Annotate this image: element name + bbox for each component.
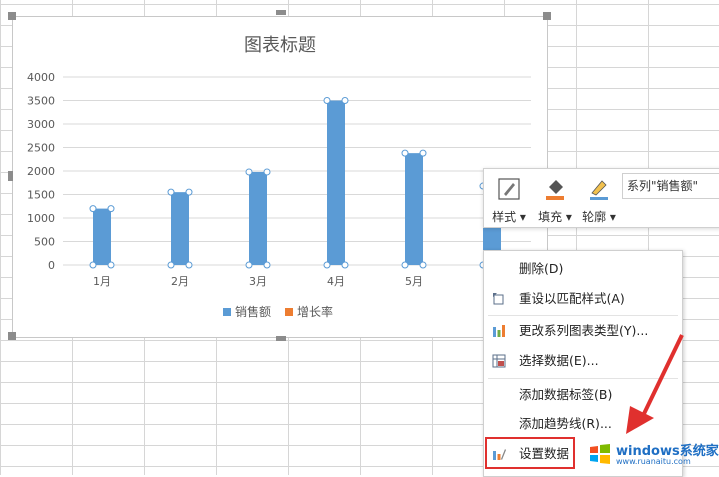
y-tick-label: 4000: [27, 71, 55, 84]
selection-handle: [323, 97, 331, 104]
paint-bucket-icon: [546, 180, 564, 200]
outline-button[interactable]: 轮廓 ▾: [576, 173, 622, 225]
menu-item-add-trendline-label: 添加趋势线(R)...: [519, 416, 612, 431]
x-tick-label: 1月: [93, 275, 111, 288]
style-button[interactable]: 样式 ▾: [486, 173, 532, 225]
bar[interactable]: [93, 208, 111, 265]
selection-handle: [185, 261, 193, 269]
selection-handle: [167, 261, 175, 269]
selection-handle: [89, 261, 97, 269]
resize-handle-bottom-left[interactable]: [8, 332, 16, 340]
legend-label-sales: 销售额: [235, 305, 272, 319]
selection-handle: [89, 205, 97, 213]
y-tick-label: 1500: [27, 189, 55, 202]
chart-area[interactable]: 图表标题 0 500 1000 1500 2000 2500 3000 3500 4000 1月 2…: [12, 16, 548, 338]
legend-label-growth: 增长率: [297, 305, 334, 319]
menu-item-select-data-label: 选择数据(E)...: [519, 353, 599, 368]
style-label: 样式: [492, 210, 517, 224]
menu-item-reset-style[interactable]: 重设以匹配样式(A): [484, 285, 682, 313]
mini-format-toolbar: 样式 ▾ 填充 ▾ 轮廓 ▾ 系列"销售额": [483, 168, 719, 228]
reset-icon: [493, 293, 504, 305]
selection-handle: [401, 149, 409, 157]
bar[interactable]: [405, 153, 423, 265]
resize-handle-bottom[interactable]: [276, 336, 286, 341]
selection-handle: [419, 261, 427, 269]
selection-handle: [323, 261, 331, 269]
resize-handle-top-left[interactable]: [8, 12, 16, 20]
selection-handle: [419, 149, 427, 157]
x-tick-label: 2月: [171, 275, 189, 288]
bar[interactable]: [171, 192, 189, 265]
y-tick-label: 500: [34, 236, 55, 249]
y-tick-label: 2000: [27, 165, 55, 178]
resize-handle-top-right[interactable]: [543, 12, 551, 20]
legend-swatch-growth: [285, 308, 294, 316]
menu-separator: [488, 315, 678, 316]
select-data-icon: [492, 354, 506, 368]
legend-entry-growth: 增长率: [285, 303, 333, 320]
selection-handle: [341, 97, 349, 104]
watermark: windows系统家园 www.ruanaitu.com: [586, 438, 719, 470]
legend-entry-sales: 销售额: [223, 303, 271, 320]
pencil-icon: [590, 180, 608, 200]
menu-item-delete[interactable]: 删除(D): [484, 255, 682, 283]
fill-label: 填充: [538, 210, 563, 224]
red-arrow-annotation: [626, 334, 684, 434]
bar[interactable]: [327, 100, 345, 266]
selection-handle: [263, 261, 271, 269]
menu-item-delete-label: 删除(D): [519, 261, 564, 276]
selection-handle: [245, 168, 253, 176]
x-tick-label: 5月: [405, 275, 423, 288]
selection-handle: [341, 261, 349, 269]
y-tick-label: 0: [48, 259, 55, 272]
y-tick-label: 2500: [27, 142, 55, 155]
menu-item-reset-style-label: 重设以匹配样式(A): [519, 291, 625, 306]
watermark-url: www.ruanaitu.com: [616, 457, 691, 466]
chart-legend[interactable]: 销售额 增长率: [223, 303, 333, 320]
bar[interactable]: [249, 171, 267, 265]
style-brush-icon: [498, 178, 520, 200]
y-tick-label: 1000: [27, 212, 55, 225]
outline-label: 轮廓: [582, 210, 607, 224]
resize-handle-top[interactable]: [276, 10, 286, 15]
chart-type-icon: [493, 325, 505, 337]
selection-handle: [185, 188, 193, 196]
selection-handle: [245, 261, 253, 269]
selection-handle: [263, 168, 271, 176]
x-tick-label: 4月: [327, 275, 345, 288]
chart-plot[interactable]: 0 500 1000 1500 2000 2500 3000 3500 4000 1月 2月 3月 4月…: [13, 17, 547, 337]
y-tick-label: 3500: [27, 95, 55, 108]
windows-logo-icon: [590, 444, 610, 464]
fill-button[interactable]: 填充 ▾: [532, 173, 578, 225]
selection-handle: [107, 261, 115, 269]
y-tick-label: 3000: [27, 118, 55, 131]
selection-handle: [401, 261, 409, 269]
menu-item-add-data-labels-label: 添加数据标签(B): [519, 387, 613, 402]
selection-handle: [167, 188, 175, 196]
highlight-box: [485, 437, 575, 469]
resize-handle-left[interactable]: [8, 171, 13, 181]
legend-swatch-sales: [223, 308, 231, 316]
selection-handle: [107, 205, 115, 213]
series-selector[interactable]: 系列"销售额": [622, 173, 719, 199]
x-tick-label: 3月: [249, 275, 267, 288]
